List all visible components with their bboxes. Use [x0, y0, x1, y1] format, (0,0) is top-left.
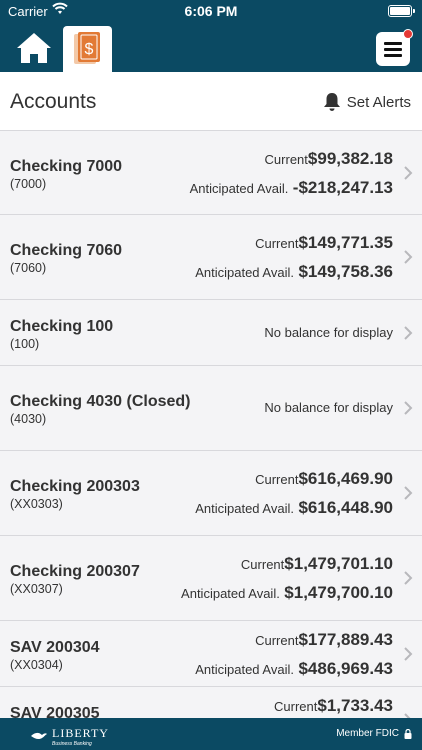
- chevron-right-icon: [404, 250, 413, 264]
- home-tab[interactable]: [14, 30, 58, 70]
- lock-icon: [404, 728, 412, 739]
- set-alerts-label: Set Alerts: [346, 93, 411, 111]
- account-row[interactable]: Checking 4030 (Closed) (4030) No balance…: [0, 366, 422, 451]
- current-amount: $177,889.43: [298, 630, 393, 649]
- member-fdic-label: Member FDIC: [336, 728, 399, 739]
- account-number: (XX0303): [10, 497, 63, 511]
- anticipated-amount: $486,969.43: [298, 659, 393, 678]
- page-title-bar: Accounts Set Alerts: [0, 72, 422, 131]
- account-number: (XX0307): [10, 582, 63, 596]
- anticipated-label: Anticipated Avail.: [195, 501, 294, 516]
- account-name: Checking 200303: [10, 478, 140, 495]
- account-row[interactable]: Checking 7060 (7060) Current$149,771.35 …: [0, 215, 422, 300]
- hamburger-menu-icon: [384, 42, 402, 57]
- clock: 6:06 PM: [184, 3, 238, 19]
- accounts-list: Checking 7000 (7000) Current$99,382.18 A…: [0, 131, 422, 747]
- eagle-icon: [31, 732, 47, 739]
- account-name: SAV 200304: [10, 639, 100, 656]
- anticipated-balance: Anticipated Avail. $149,758.36: [195, 262, 393, 282]
- account-name: Checking 100: [10, 318, 114, 335]
- chevron-right-icon: [404, 326, 413, 340]
- chevron-right-icon: [404, 571, 413, 585]
- account-name: Checking 7000: [10, 158, 123, 175]
- app-footer: LIBERTY Business Banking Member FDIC: [0, 718, 422, 750]
- current-balance: Current$177,889.43: [255, 630, 393, 650]
- current-amount: $616,469.90: [298, 469, 393, 488]
- account-number: (100): [10, 337, 40, 351]
- battery-icon: [388, 5, 415, 17]
- account-row[interactable]: Checking 100 (100) No balance for displa…: [0, 300, 422, 366]
- chevron-right-icon: [404, 401, 413, 415]
- current-label: Current: [255, 472, 299, 487]
- brand-name: LIBERTY: [52, 726, 109, 740]
- liberty-logo: LIBERTY Business Banking: [30, 724, 109, 747]
- anticipated-amount: $149,758.36: [298, 262, 393, 281]
- chevron-right-icon: [404, 166, 413, 180]
- account-row[interactable]: Checking 200307 (XX0307) Current$1,479,7…: [0, 536, 422, 621]
- no-balance-text: No balance for display: [264, 400, 393, 415]
- anticipated-label: Anticipated Avail.: [189, 181, 289, 196]
- current-amount: $149,771.35: [298, 233, 393, 252]
- current-amount: $1,733.43: [317, 696, 393, 715]
- bell-icon: [323, 93, 340, 111]
- account-name: Checking 200307: [10, 563, 140, 580]
- account-row[interactable]: Checking 200303 (XX0303) Current$616,469…: [0, 451, 422, 536]
- current-label: Current: [240, 557, 285, 572]
- current-balance: Current$99,382.18: [265, 149, 393, 169]
- anticipated-balance: Anticipated Avail. $486,969.43: [195, 659, 393, 679]
- anticipated-label: Anticipated Avail.: [195, 662, 294, 677]
- current-amount: $99,382.18: [307, 149, 393, 168]
- anticipated-amount: $616,448.90: [298, 498, 393, 517]
- chevron-right-icon: [404, 486, 413, 500]
- anticipated-balance: Anticipated Avail. $1,479,700.10: [181, 583, 393, 603]
- status-bar: Carrier 6:06 PM: [0, 0, 422, 22]
- app-header: Carrier 6:06 PM $: [0, 0, 422, 72]
- current-balance: Current$1,733.43: [274, 696, 393, 716]
- home-icon: [17, 33, 51, 63]
- svg-text:$: $: [85, 41, 94, 58]
- current-balance: Current$149,771.35: [255, 233, 393, 253]
- account-row[interactable]: SAV 200304 (XX0304) Current$177,889.43 A…: [0, 621, 422, 687]
- current-label: Current: [274, 699, 318, 714]
- account-number: (7060): [10, 261, 47, 275]
- account-number: (XX0304): [10, 658, 63, 672]
- anticipated-amount: -$218,247.13: [292, 178, 393, 197]
- current-label: Current: [255, 633, 299, 648]
- anticipated-amount: $1,479,700.10: [284, 583, 393, 602]
- member-fdic: Member FDIC: [336, 728, 412, 739]
- account-name: Checking 7060: [10, 242, 123, 259]
- current-label: Current: [264, 152, 308, 167]
- account-name: Checking 4030 (Closed): [10, 393, 191, 410]
- no-balance-text: No balance for display: [264, 325, 393, 340]
- notification-dot: [403, 29, 413, 39]
- current-balance: Current$1,479,701.10: [241, 554, 393, 574]
- current-balance: Current$616,469.90: [255, 469, 393, 489]
- account-row[interactable]: Checking 7000 (7000) Current$99,382.18 A…: [0, 131, 422, 215]
- anticipated-balance: Anticipated Avail. $616,448.90: [195, 498, 393, 518]
- set-alerts-button[interactable]: Set Alerts: [323, 92, 411, 112]
- chevron-right-icon: [404, 647, 413, 661]
- anticipated-balance: Anticipated Avail. -$218,247.13: [190, 178, 393, 198]
- current-label: Current: [255, 236, 299, 251]
- anticipated-label: Anticipated Avail.: [195, 265, 294, 280]
- anticipated-label: Anticipated Avail.: [181, 586, 280, 601]
- account-number: (7000): [10, 177, 47, 191]
- dollar-document-icon: $: [74, 32, 100, 64]
- menu-button[interactable]: [376, 29, 413, 66]
- page-title: Accounts: [10, 90, 97, 113]
- current-amount: $1,479,701.10: [284, 554, 393, 573]
- account-number: (4030): [10, 412, 47, 426]
- accounts-tab[interactable]: $: [63, 26, 112, 72]
- brand-subtitle: Business Banking: [52, 741, 92, 747]
